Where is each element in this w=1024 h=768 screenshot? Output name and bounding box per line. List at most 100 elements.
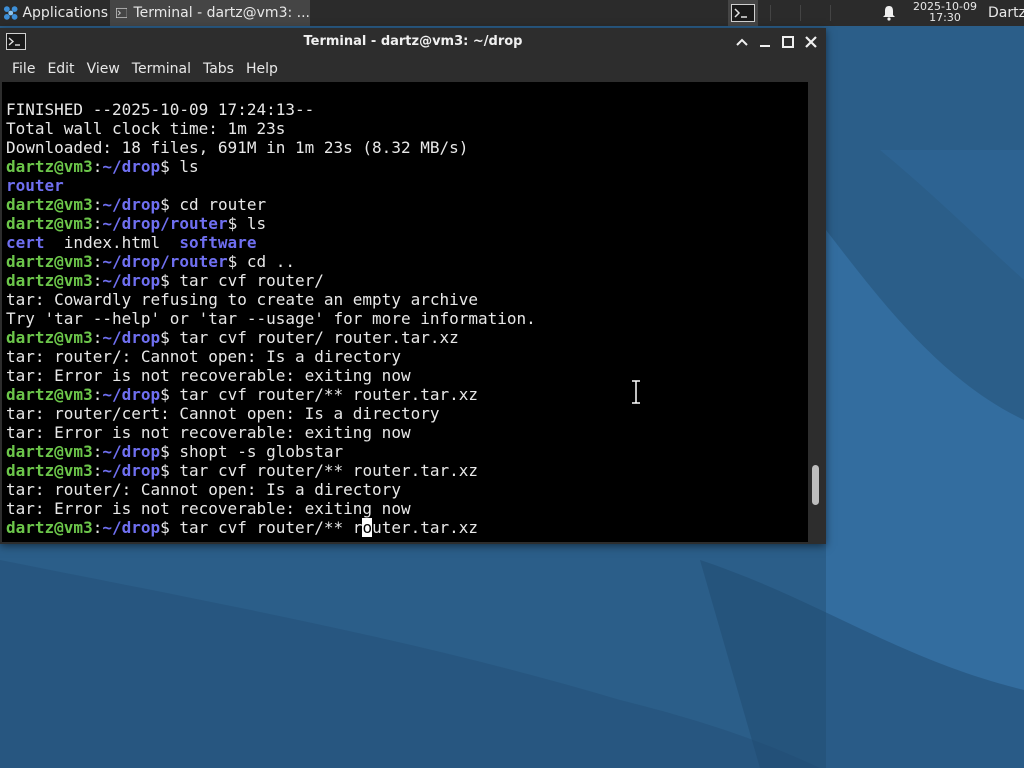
terminal-line: dartz@vm3:~/drop$ ls <box>6 157 536 176</box>
prompt-user-host: dartz@vm3 <box>6 214 93 233</box>
terminal-line: router <box>6 176 536 195</box>
panel-separator <box>830 5 831 21</box>
menu-terminal[interactable]: Terminal <box>126 56 197 82</box>
maximize-icon[interactable] <box>780 34 796 50</box>
terminal-lines: FINISHED --2025-10-09 17:24:13-- Total wa… <box>6 100 536 537</box>
applications-menu-button[interactable]: Applications <box>0 0 108 26</box>
command-text: tar cvf router/** r <box>169 518 363 537</box>
prompt-dollar: $ <box>160 518 170 537</box>
applications-menu-icon <box>3 6 18 20</box>
prompt-colon: : <box>92 518 103 537</box>
terminal-output[interactable]: FINISHED --2025-10-09 17:24:13-- Total wa… <box>2 82 808 542</box>
menu-tabs[interactable]: Tabs <box>197 56 240 82</box>
scrollbar-thumb[interactable] <box>812 465 819 505</box>
command-text: uter.tar.xz <box>372 518 479 537</box>
close-icon[interactable] <box>803 34 819 50</box>
command-text: tar cvf router/** router.tar.xz <box>169 461 479 480</box>
prompt-colon: : <box>92 195 103 214</box>
terminal-launcher-button[interactable] <box>728 0 758 26</box>
terminal-line: dartz@vm3:~/drop$ cd router <box>6 195 536 214</box>
output-text: tar: Error is not recoverable: exiting n… <box>6 366 411 385</box>
prompt-path: ~/drop <box>102 442 161 461</box>
text-cursor: o <box>362 518 373 537</box>
notification-bell-icon[interactable] <box>880 4 898 22</box>
prompt-dollar: $ <box>160 157 170 176</box>
prompt-path: ~/drop <box>102 157 161 176</box>
prompt-dollar: $ <box>160 328 170 347</box>
prompt-dollar: $ <box>160 385 170 404</box>
panel-clock[interactable]: 2025-10-09 17:30 <box>906 1 984 23</box>
directory-name: router <box>6 176 64 195</box>
panel-separator <box>800 5 801 21</box>
terminal-line: tar: Error is not recoverable: exiting n… <box>6 366 536 385</box>
prompt-colon: : <box>92 214 103 233</box>
terminal-line: Total wall clock time: 1m 23s <box>6 119 536 138</box>
terminal-line: tar: Error is not recoverable: exiting n… <box>6 423 536 442</box>
output-text: tar: router/cert: Cannot open: Is a dire… <box>6 404 440 423</box>
prompt-path: ~/drop <box>102 271 161 290</box>
panel-separator <box>770 5 771 21</box>
prompt-user-host: dartz@vm3 <box>6 461 93 480</box>
output-text: Total wall clock time: 1m 23s <box>6 119 286 138</box>
text-cursor-ibeam-icon <box>632 380 640 404</box>
prompt-dollar: $ <box>160 195 170 214</box>
maximize-up-icon[interactable] <box>734 34 750 50</box>
prompt-user-host: dartz@vm3 <box>6 252 93 271</box>
prompt-user-host: dartz@vm3 <box>6 442 93 461</box>
terminal-line: dartz@vm3:~/drop$ tar cvf router/** rout… <box>6 461 536 480</box>
prompt-path: ~/drop <box>102 195 161 214</box>
output-text: tar: router/: Cannot open: Is a director… <box>6 480 401 499</box>
terminal-line: dartz@vm3:~/drop$ tar cvf router/ <box>6 271 536 290</box>
command-text: cd router <box>169 195 267 214</box>
output-text: index.html <box>44 233 180 252</box>
prompt-path: ~/drop/router <box>102 252 228 271</box>
terminal-line: tar: router/: Cannot open: Is a director… <box>6 347 536 366</box>
terminal-line: tar: Error is not recoverable: exiting n… <box>6 499 536 518</box>
terminal-line: tar: Cowardly refusing to create an empt… <box>6 290 536 309</box>
prompt-dollar: $ <box>227 252 238 271</box>
terminal-line: dartz@vm3:~/drop$ shopt -s globstar <box>6 442 536 461</box>
applications-label: Applications <box>22 5 108 21</box>
terminal-line: Try 'tar --help' or 'tar --usage' for mo… <box>6 309 536 328</box>
terminal-line: dartz@vm3:~/drop/router$ ls <box>6 214 536 233</box>
prompt-colon: : <box>92 385 103 404</box>
prompt-dollar: $ <box>160 271 170 290</box>
user-menu[interactable]: Dartz <box>988 0 1024 26</box>
prompt-path: ~/drop <box>102 461 161 480</box>
taskbar-terminal-title: Terminal - dartz@vm3: ... <box>133 5 310 21</box>
directory-name: cert <box>6 233 45 252</box>
prompt-colon: : <box>92 252 103 271</box>
terminal-line: tar: router/: Cannot open: Is a director… <box>6 480 536 499</box>
prompt-user-host: dartz@vm3 <box>6 518 93 537</box>
command-text: ls <box>169 157 199 176</box>
menu-edit[interactable]: Edit <box>41 56 80 82</box>
terminal-line: dartz@vm3:~/drop$ tar cvf router/** rout… <box>6 385 536 404</box>
menu-view[interactable]: View <box>81 56 126 82</box>
terminal-icon <box>731 4 755 22</box>
terminal-line: tar: router/cert: Cannot open: Is a dire… <box>6 404 536 423</box>
command-text: tar cvf router/** router.tar.xz <box>169 385 479 404</box>
window-titlebar[interactable]: Terminal - dartz@vm3: ~/drop <box>0 28 826 56</box>
menu-bar: File Edit View Terminal Tabs Help <box>0 56 826 82</box>
output-text: tar: router/: Cannot open: Is a director… <box>6 347 401 366</box>
terminal-scrollbar[interactable] <box>808 82 826 542</box>
prompt-dollar: $ <box>227 214 238 233</box>
output-text: FINISHED --2025-10-09 17:24:13-- <box>6 100 315 119</box>
prompt-user-host: dartz@vm3 <box>6 385 93 404</box>
taskbar-terminal-button[interactable]: Terminal - dartz@vm3: ... <box>110 0 310 26</box>
prompt-colon: : <box>92 461 103 480</box>
output-text: tar: Cowardly refusing to create an empt… <box>6 290 479 309</box>
terminal-line: FINISHED --2025-10-09 17:24:13-- <box>6 100 536 119</box>
menu-help[interactable]: Help <box>240 56 284 82</box>
command-text: tar cvf router/ <box>169 271 324 290</box>
terminal-line: Downloaded: 18 files, 691M in 1m 23s (8.… <box>6 138 536 157</box>
prompt-path: ~/drop <box>102 385 161 404</box>
prompt-path: ~/drop <box>102 518 161 537</box>
minimize-icon[interactable] <box>757 34 773 50</box>
terminal-window: Terminal - dartz@vm3: ~/drop File Edit V… <box>0 28 826 544</box>
terminal-line: dartz@vm3:~/drop$ tar cvf router/ router… <box>6 328 536 347</box>
prompt-user-host: dartz@vm3 <box>6 271 93 290</box>
menu-file[interactable]: File <box>6 56 41 82</box>
terminal-line: dartz@vm3:~/drop/router$ cd .. <box>6 252 536 271</box>
prompt-user-host: dartz@vm3 <box>6 157 93 176</box>
